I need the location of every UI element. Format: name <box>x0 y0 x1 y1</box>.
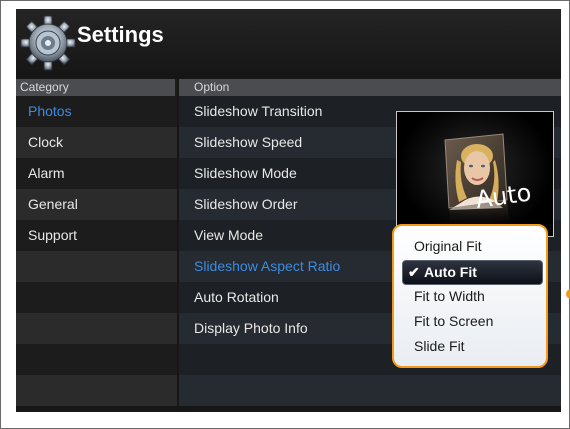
category-item-clock[interactable]: Clock <box>16 127 177 158</box>
category-item-photos[interactable]: Photos <box>16 96 177 127</box>
checkmark-icon: ✔ <box>408 264 420 280</box>
dropdown-item-fit-to-screen[interactable]: Fit to Screen <box>414 309 544 333</box>
option-column-header: Option <box>179 79 561 96</box>
category-empty-row <box>16 344 177 375</box>
dropdown-item-label: Auto Fit <box>424 264 477 280</box>
gear-icon <box>20 15 76 71</box>
aspect-ratio-dropdown: Original Fit ✔ Auto Fit Fit to Width Fit… <box>392 224 548 368</box>
header-bar: Settings <box>16 9 561 76</box>
dropdown-item-original-fit[interactable]: Original Fit <box>414 234 544 258</box>
page-title: Settings <box>77 22 164 47</box>
aspect-ratio-preview: Auto <box>396 111 554 237</box>
highlight-marker-dot <box>566 289 570 299</box>
preview-photo: Auto <box>444 133 533 228</box>
category-column-header: Category <box>16 79 177 96</box>
category-empty-row <box>16 251 177 282</box>
dropdown-item-slide-fit[interactable]: Slide Fit <box>414 334 544 358</box>
category-item-alarm[interactable]: Alarm <box>16 158 177 189</box>
category-empty-row <box>16 282 177 313</box>
category-empty-row <box>16 313 177 344</box>
option-empty-row <box>179 375 561 406</box>
category-item-general[interactable]: General <box>16 189 177 220</box>
window-frame: Settings Category Option Photos Clock Al… <box>0 0 570 429</box>
dropdown-item-auto-fit-selected[interactable]: ✔ Auto Fit <box>402 260 543 285</box>
category-list: Photos Clock Alarm General Support <box>16 96 177 412</box>
dropdown-item-fit-to-width[interactable]: Fit to Width <box>414 284 544 308</box>
category-item-support[interactable]: Support <box>16 220 177 251</box>
category-empty-row <box>16 375 177 406</box>
